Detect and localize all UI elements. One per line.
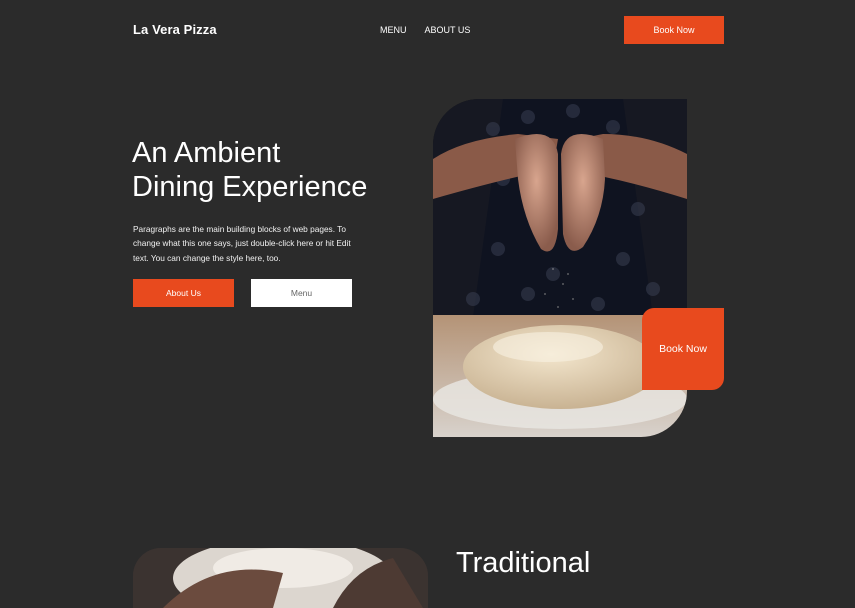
main-nav: MENU ABOUT US [380,25,470,35]
hero-title: An Ambient Dining Experience [132,136,422,204]
nav-item-menu[interactable]: MENU [380,25,407,35]
nav-item-about-us[interactable]: ABOUT US [425,25,471,35]
hero-title-line-1: An Ambient [132,137,281,169]
section-image [133,548,428,608]
chef-image [133,548,428,608]
hero-paragraph: Paragraphs are the main building blocks … [133,224,351,263]
brand-logo[interactable]: La Vera Pizza [133,22,217,37]
section-title: Traditional [456,547,591,579]
about-us-button[interactable]: About Us [133,279,234,307]
book-now-button[interactable]: Book Now [624,16,724,44]
menu-button[interactable]: Menu [251,279,352,307]
hero-title-line-2: Dining Experience [132,171,368,203]
book-now-badge[interactable]: Book Now [642,308,724,390]
